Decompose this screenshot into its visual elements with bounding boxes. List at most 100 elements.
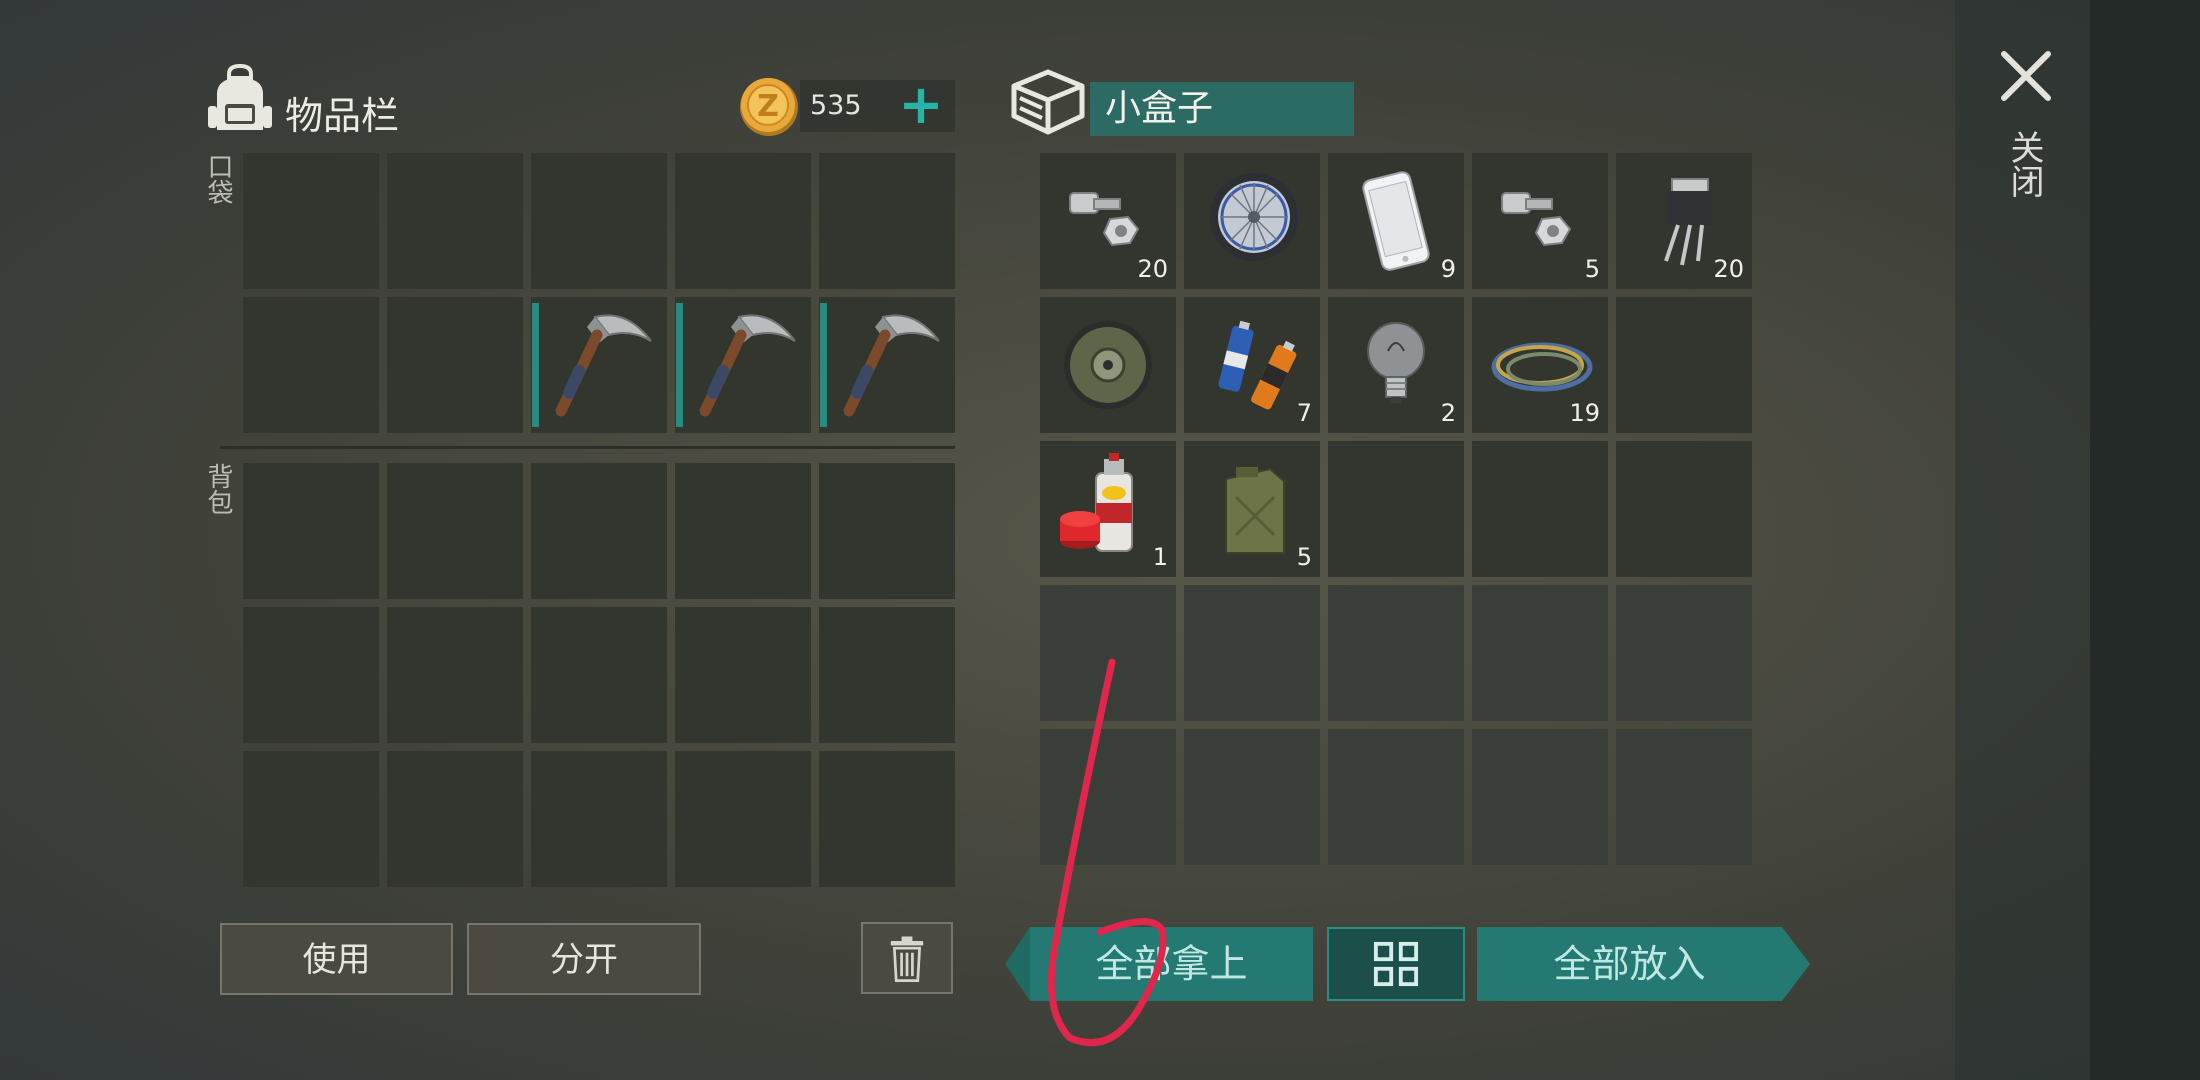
pickaxe-icon bbox=[699, 314, 796, 417]
add-coins-button[interactable]: + bbox=[895, 78, 947, 132]
light-bulb-icon bbox=[1367, 322, 1425, 403]
pocket-slot[interactable] bbox=[387, 153, 523, 289]
backpack-slot[interactable] bbox=[819, 607, 955, 743]
pocket-slot[interactable] bbox=[819, 297, 955, 433]
pocket-slot[interactable] bbox=[531, 297, 667, 433]
pocket-slot[interactable] bbox=[243, 297, 379, 433]
put-all-button[interactable]: 全部放入 bbox=[1477, 927, 1782, 1001]
container-slot[interactable] bbox=[1184, 153, 1320, 289]
container-slot[interactable]: 1 bbox=[1040, 441, 1176, 577]
durability-bar bbox=[532, 303, 539, 427]
item-quantity: 20 bbox=[1137, 255, 1168, 283]
pocket-slot[interactable] bbox=[675, 153, 811, 289]
backpack-slot[interactable] bbox=[387, 751, 523, 887]
pickaxe-icon bbox=[843, 314, 940, 417]
item-quantity: 2 bbox=[1440, 399, 1456, 427]
trash-button[interactable] bbox=[861, 922, 953, 994]
container-slot[interactable]: 5 bbox=[1184, 441, 1320, 577]
container-slot[interactable] bbox=[1472, 729, 1608, 865]
container-slot[interactable]: 20 bbox=[1616, 153, 1752, 289]
sort-button[interactable] bbox=[1327, 927, 1465, 1001]
container-slot[interactable] bbox=[1616, 585, 1752, 721]
container-grid: 20 9 5 20 7 2 19 1 5 bbox=[1040, 153, 1752, 865]
container-slot[interactable]: 7 bbox=[1184, 297, 1320, 433]
item-quantity: 7 bbox=[1296, 399, 1312, 427]
coin-count: 535 bbox=[810, 90, 862, 121]
pocket-slot[interactable] bbox=[243, 153, 379, 289]
backpack-slot[interactable] bbox=[531, 607, 667, 743]
use-button[interactable]: 使用 bbox=[220, 923, 453, 995]
pickaxe-icon bbox=[555, 314, 652, 417]
backpack-slot[interactable] bbox=[675, 751, 811, 887]
item-quantity: 5 bbox=[1296, 543, 1312, 571]
spray-paint-icon bbox=[1060, 453, 1133, 552]
pocket-slot[interactable] bbox=[819, 153, 955, 289]
close-icon[interactable] bbox=[1998, 48, 2054, 104]
box-icon bbox=[1011, 69, 1085, 135]
coin-icon: Z bbox=[740, 78, 798, 136]
container-slot[interactable]: 5 bbox=[1472, 153, 1608, 289]
take-all-arrow bbox=[1005, 927, 1030, 1001]
svg-text:Z: Z bbox=[757, 89, 779, 124]
backpack-slot[interactable] bbox=[675, 463, 811, 599]
durability-bar bbox=[676, 303, 683, 427]
durability-bar bbox=[820, 303, 827, 427]
item-quantity: 19 bbox=[1569, 399, 1600, 427]
container-slot[interactable] bbox=[1472, 585, 1608, 721]
backpack-slot[interactable] bbox=[387, 607, 523, 743]
item-quantity: 9 bbox=[1440, 255, 1456, 283]
backpack-label: 背包 bbox=[203, 463, 233, 515]
batteries-icon bbox=[1218, 320, 1297, 410]
screen-edge-bar bbox=[2090, 0, 2200, 1080]
container-slot[interactable] bbox=[1616, 297, 1752, 433]
backpack-slot[interactable] bbox=[819, 463, 955, 599]
container-slot[interactable] bbox=[1616, 441, 1752, 577]
item-quantity: 1 bbox=[1152, 543, 1168, 571]
section-divider bbox=[220, 446, 955, 449]
container-slot[interactable] bbox=[1472, 441, 1608, 577]
smartphone-icon bbox=[1362, 171, 1430, 271]
backpack-slot[interactable] bbox=[675, 607, 811, 743]
item-quantity: 20 bbox=[1713, 255, 1744, 283]
container-slot[interactable] bbox=[1040, 585, 1176, 721]
container-slot[interactable]: 20 bbox=[1040, 153, 1176, 289]
container-slot[interactable] bbox=[1328, 585, 1464, 721]
backpack-icon bbox=[208, 64, 272, 130]
container-slot[interactable]: 2 bbox=[1328, 297, 1464, 433]
pocket-slot[interactable] bbox=[387, 297, 523, 433]
container-slot[interactable] bbox=[1040, 729, 1176, 865]
grid-sort-icon bbox=[1373, 941, 1419, 987]
backpack-slot[interactable] bbox=[531, 463, 667, 599]
item-quantity: 5 bbox=[1584, 255, 1600, 283]
pocket-slot[interactable] bbox=[531, 153, 667, 289]
backpack-grid bbox=[243, 463, 955, 887]
put-all-arrow bbox=[1782, 927, 1810, 1001]
backpack-slot[interactable] bbox=[243, 751, 379, 887]
container-slot[interactable] bbox=[1184, 729, 1320, 865]
container-slot[interactable]: 19 bbox=[1472, 297, 1608, 433]
container-slot[interactable]: 9 bbox=[1328, 153, 1464, 289]
backpack-slot[interactable] bbox=[819, 751, 955, 887]
wheel-icon bbox=[1210, 173, 1298, 261]
inventory-title: 物品栏 bbox=[285, 94, 400, 138]
jerrycan-icon bbox=[1225, 467, 1285, 554]
bolts-icon bbox=[1501, 192, 1572, 247]
container-slot[interactable] bbox=[1328, 441, 1464, 577]
split-button[interactable]: 分开 bbox=[467, 923, 701, 995]
pocket-label: 口袋 bbox=[203, 153, 233, 205]
backpack-slot[interactable] bbox=[243, 607, 379, 743]
container-slot[interactable] bbox=[1040, 297, 1176, 433]
backpack-slot[interactable] bbox=[531, 751, 667, 887]
trash-icon bbox=[890, 936, 924, 982]
take-all-button[interactable]: 全部拿上 bbox=[1030, 927, 1313, 1001]
engine-part-icon bbox=[1064, 321, 1152, 409]
container-slot[interactable] bbox=[1616, 729, 1752, 865]
pocket-grid bbox=[243, 153, 955, 433]
close-label[interactable]: 关闭 bbox=[2004, 130, 2044, 198]
container-slot[interactable] bbox=[1328, 729, 1464, 865]
container-name-field[interactable]: 小盒子 bbox=[1090, 82, 1354, 136]
backpack-slot[interactable] bbox=[387, 463, 523, 599]
pocket-slot[interactable] bbox=[675, 297, 811, 433]
container-slot[interactable] bbox=[1184, 585, 1320, 721]
backpack-slot[interactable] bbox=[243, 463, 379, 599]
